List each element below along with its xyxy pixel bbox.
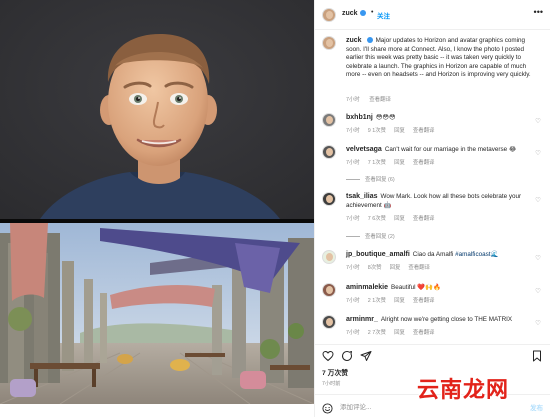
avatar[interactable]: [322, 315, 336, 329]
horizon-world-image: [0, 223, 314, 404]
hashtag-link[interactable]: #amalficoast: [455, 251, 490, 258]
post-comment-button[interactable]: 发布: [530, 402, 543, 412]
reply-button[interactable]: 回复: [394, 160, 405, 166]
like-heart-icon[interactable]: ♡: [535, 196, 541, 204]
bookmark-icon[interactable]: [531, 350, 543, 362]
avatar-image: [0, 0, 314, 219]
view-replies-button[interactable]: 查看回复 (6): [346, 175, 395, 183]
share-send-icon[interactable]: [360, 350, 372, 362]
verified-badge-icon: [366, 37, 373, 44]
comment-meta: 7小时 7 1次赞 回复 查看翻译: [346, 160, 435, 166]
author-username[interactable]: zuck: [342, 10, 366, 17]
reply-button[interactable]: 回复: [394, 128, 405, 134]
translate-link[interactable]: 查看翻译: [413, 330, 435, 336]
translate-link[interactable]: 查看翻译: [413, 128, 435, 134]
like-heart-icon[interactable]: ♡: [535, 319, 541, 327]
caption-text: zuck Major updates to Horizon and avatar …: [346, 37, 531, 79]
avatar-illustration: [0, 0, 314, 219]
view-replies-button[interactable]: 查看回复 (2): [346, 232, 395, 240]
post-media: [0, 0, 314, 417]
comment-username[interactable]: velvetsaga: [346, 146, 382, 153]
like-heart-icon[interactable]: ♡: [535, 117, 541, 125]
action-bar: [315, 344, 550, 366]
comment-username[interactable]: arminmr_: [346, 316, 378, 323]
comment-bubble-icon[interactable]: [341, 350, 353, 362]
reply-button[interactable]: 回复: [390, 265, 401, 271]
comment-text: velvetsaga Can't wait for our marriage in…: [346, 146, 517, 153]
comment-meta: 7小时 7 6次赞 回复 查看翻译: [346, 216, 435, 222]
more-horizontal-icon[interactable]: •••: [534, 7, 543, 17]
follow-button[interactable]: 关注: [377, 10, 390, 20]
comment-username[interactable]: aminmalekie: [346, 284, 388, 291]
reply-button[interactable]: 回复: [394, 298, 405, 304]
emoji-icon[interactable]: [322, 401, 333, 414]
translate-link[interactable]: 查看翻译: [413, 160, 435, 166]
comment-text: arminmr_ Alright now we're getting close …: [346, 316, 513, 323]
comment-text: aminmalekie Beautiful ❤️🙌🔥: [346, 284, 441, 291]
comment-meta: 7小时 2 1次赞 回复 查看翻译: [346, 298, 435, 304]
post-panel: zuck • 关注 ••• zuck Major updates to Horiz…: [314, 0, 550, 417]
verified-badge-icon: [359, 10, 366, 17]
avatar[interactable]: [322, 36, 336, 50]
avatar[interactable]: [322, 250, 336, 264]
avatar[interactable]: [322, 192, 336, 206]
avatar[interactable]: [322, 8, 336, 22]
ruins-illustration: [0, 223, 314, 404]
watermark-logo: 云南龙网: [417, 378, 510, 403]
avatar[interactable]: [322, 145, 336, 159]
caption-meta: 7小时 查看翻译: [346, 95, 399, 103]
separator-dot: •: [371, 9, 374, 16]
comment-meta: 7小时 9 1次赞 回复 查看翻译: [346, 128, 435, 134]
comment-meta: 7小时 2 7次赞 回复 查看翻译: [346, 330, 435, 336]
like-heart-icon[interactable]: ♡: [535, 287, 541, 295]
caption-time: 7小时: [346, 97, 360, 103]
post-timestamp: 7小时前: [322, 381, 341, 387]
like-heart-icon[interactable]: ♡: [535, 254, 541, 262]
comment-username[interactable]: jp_boutique_amalfi: [346, 251, 410, 258]
comment-text: bxhb1nj 😳😳😳: [346, 114, 396, 121]
caption-username[interactable]: zuck: [346, 37, 362, 44]
like-heart-icon[interactable]: ♡: [535, 149, 541, 157]
reply-button[interactable]: 回复: [394, 330, 405, 336]
like-heart-icon[interactable]: [322, 350, 334, 362]
translate-link[interactable]: 查看翻译: [413, 298, 435, 304]
comment-meta: 7小时 8次赞 回复 查看翻译: [346, 265, 430, 271]
translate-link[interactable]: 查看翻译: [413, 216, 435, 222]
comment-text: tsak_ilias Wow Mark. Look how all these b…: [346, 193, 522, 209]
reply-button[interactable]: 回复: [394, 216, 405, 222]
translate-link[interactable]: 查看翻译: [369, 97, 391, 103]
comment-username[interactable]: bxhb1nj: [346, 114, 373, 121]
avatar[interactable]: [322, 113, 336, 127]
like-count[interactable]: 7 万次赞: [322, 367, 348, 377]
avatar[interactable]: [322, 283, 336, 297]
comment-text: jp_boutique_amalfi Ciao da Amalfi #amalfi…: [346, 251, 499, 258]
translate-link[interactable]: 查看翻译: [408, 265, 430, 271]
post-header: zuck • 关注 •••: [315, 0, 550, 30]
comment-username[interactable]: tsak_ilias: [346, 193, 378, 200]
